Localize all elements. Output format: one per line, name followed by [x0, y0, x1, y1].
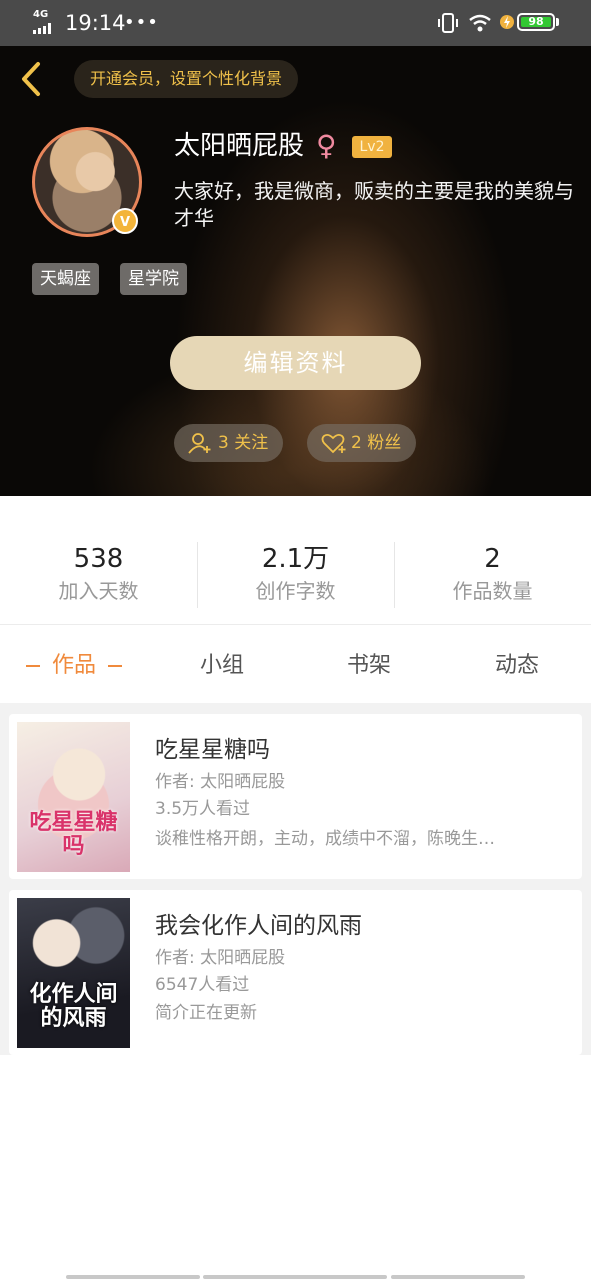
- tab-works[interactable]: 作品: [48, 646, 100, 686]
- wifi-icon: [469, 14, 491, 32]
- following-count: 3 关注: [218, 433, 269, 453]
- more-dots: •••: [124, 12, 159, 33]
- book-views: 3.5万人看过: [155, 799, 251, 819]
- book-author: 作者: 太阳晒屁股: [155, 772, 286, 792]
- book-description: 谈稚性格开朗，主动，成绩中不溜，陈晚生…: [155, 829, 495, 849]
- book-cover[interactable]: 吃星星糖吗: [17, 722, 130, 872]
- level-badge: Lv2: [352, 136, 392, 158]
- stat-days: 538 加入天数: [0, 542, 197, 606]
- gesture-bar: [391, 1275, 525, 1279]
- vibrate-icon: [438, 13, 458, 33]
- stats-row: 538 加入天数 2.1万 创作字数 2 作品数量: [0, 530, 591, 624]
- tab-bookshelf[interactable]: 书架: [343, 646, 395, 686]
- work-card[interactable]: 吃星星糖吗 吃星星糖吗 作者: 太阳晒屁股 3.5万人看过 谈稚性格开朗，主动，…: [9, 714, 582, 879]
- work-card[interactable]: 化作人间的风雨 我会化作人间的风雨 作者: 太阳晒屁股 6547人看过 简介正在…: [9, 890, 582, 1055]
- battery-level: 98: [521, 16, 551, 27]
- book-author: 作者: 太阳晒屁股: [155, 948, 286, 968]
- cover-title: 化作人间的风雨: [29, 981, 118, 1031]
- stat-label: 作品数量: [452, 579, 533, 603]
- clock: 19:14: [65, 11, 126, 35]
- active-tab-indicator: [108, 665, 122, 667]
- stat-value: 538: [73, 544, 124, 574]
- tab-activity[interactable]: 动态: [491, 646, 543, 686]
- charging-icon: [500, 15, 514, 29]
- tag-zodiac: 天蝎座: [32, 263, 99, 295]
- divider: [0, 624, 591, 625]
- book-title[interactable]: 吃星星糖吗: [155, 734, 270, 766]
- stat-works: 2 作品数量: [394, 542, 591, 606]
- following-button[interactable]: 3 关注: [174, 424, 283, 462]
- book-title[interactable]: 我会化作人间的风雨: [155, 910, 362, 942]
- active-tab-indicator: [26, 665, 40, 667]
- back-button[interactable]: [14, 58, 50, 100]
- followers-button[interactable]: 2 粉丝: [307, 424, 416, 462]
- female-icon: ♀: [316, 129, 337, 162]
- works-list: 吃星星糖吗 吃星星糖吗 作者: 太阳晒屁股 3.5万人看过 谈稚性格开朗，主动，…: [0, 703, 591, 1055]
- user-add-icon: [188, 433, 211, 454]
- book-cover[interactable]: 化作人间的风雨: [17, 898, 130, 1048]
- username: 太阳晒屁股: [174, 131, 305, 161]
- status-bar: 4G 19:14 ••• 98: [0, 0, 591, 46]
- network-type: 4G: [33, 9, 49, 20]
- battery-tip: [556, 18, 559, 26]
- stat-label: 加入天数: [58, 579, 139, 603]
- heart-icon: [321, 433, 346, 454]
- gesture-bar: [203, 1275, 387, 1279]
- vip-banner[interactable]: 开通会员，设置个性化背景: [74, 60, 299, 98]
- user-bio: 大家好，我是微商，贩卖的主要是我的美貌与才华: [174, 179, 574, 230]
- tag-school: 星学院: [120, 263, 187, 295]
- stat-words: 2.1万 创作字数: [197, 542, 394, 606]
- gesture-bar: [66, 1275, 200, 1279]
- followers-count: 2 粉丝: [351, 433, 402, 453]
- stat-label: 创作字数: [255, 579, 336, 603]
- edit-profile-button[interactable]: 编辑资料: [170, 336, 421, 390]
- battery-icon: 98: [517, 13, 555, 31]
- book-views: 6547人看过: [155, 975, 250, 995]
- book-description: 简介正在更新: [155, 1003, 257, 1023]
- profile-header: 4G 19:14 ••• 98 开通会员，设置个性化背景 V 太阳晒屁股 ♀ L…: [0, 0, 591, 496]
- stat-value: 2: [484, 544, 501, 574]
- cover-title: 吃星星糖吗: [29, 809, 118, 859]
- tab-groups[interactable]: 小组: [196, 646, 248, 686]
- signal-icon: [33, 23, 51, 34]
- stat-value: 2.1万: [261, 544, 330, 574]
- verified-badge: V: [112, 208, 138, 234]
